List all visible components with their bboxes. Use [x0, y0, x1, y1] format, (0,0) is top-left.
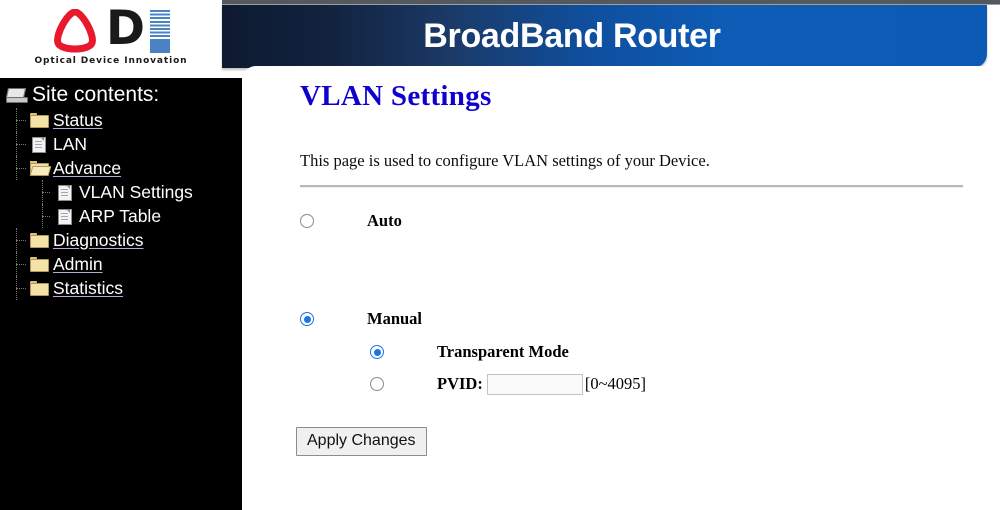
sidebar-item-label: Advance [53, 157, 122, 178]
content-panel: VLAN Settings This page is used to confi… [242, 66, 1000, 510]
sidebar-item-label: LAN [53, 133, 88, 154]
header-banner: BroadBand Router [222, 5, 987, 68]
option-row-auto[interactable]: Auto [300, 210, 980, 232]
label-manual: Manual [367, 309, 423, 328]
page-description: This page is used to configure VLAN sett… [300, 151, 710, 170]
router-admin-page: D Optical Device Innovation BroadBand Ro… [0, 0, 1000, 510]
sidebar: Site contents: Status LAN Advance VLAN Sett… [0, 78, 242, 510]
sidebar-item-label: Admin [53, 253, 103, 274]
document-icon [56, 208, 74, 225]
header-title: BroadBand Router [423, 17, 721, 55]
folder-icon [30, 112, 49, 128]
brand-logo: D Optical Device Innovation [0, 0, 222, 78]
sidebar-item-label: Diagnostics [53, 229, 144, 250]
divider [300, 185, 963, 188]
option-row-pvid[interactable]: PVID: [0~4095] [300, 373, 980, 395]
computer-icon [5, 87, 28, 104]
logo-marks: D [52, 1, 182, 56]
radio-manual[interactable] [300, 312, 314, 326]
logo-i-base [150, 39, 170, 53]
logo-d-letter: D [106, 1, 145, 56]
logo-o-icon [54, 9, 96, 53]
folder-icon [30, 280, 49, 296]
label-auto: Auto [367, 211, 402, 230]
site-contents-heading: Site contents: [5, 83, 160, 107]
radio-pvid[interactable] [370, 377, 384, 391]
folder-icon [30, 256, 49, 272]
folder-icon [30, 232, 49, 248]
site-contents-label: Site contents: [32, 83, 160, 106]
sidebar-item-admin[interactable]: Admin [14, 252, 242, 276]
label-transparent-mode: Transparent Mode [437, 342, 569, 361]
option-row-transparent[interactable]: Transparent Mode [300, 341, 980, 363]
sidebar-item-label: Status [53, 109, 103, 130]
sidebar-item-label: Statistics [53, 277, 124, 298]
sidebar-item-label: VLAN Settings [79, 181, 193, 202]
sidebar-item-lan[interactable]: LAN [14, 132, 242, 156]
sidebar-item-advance[interactable]: Advance [14, 156, 242, 180]
sidebar-tree: Status LAN Advance VLAN Settings ARP Table Di… [14, 108, 242, 300]
content-inner: VLAN Settings This page is used to confi… [296, 80, 980, 456]
pvid-range-hint: [0~4095] [584, 374, 646, 393]
document-icon [30, 136, 48, 153]
sidebar-item-label: ARP Table [79, 205, 162, 226]
logo-tagline: Optical Device Innovation [34, 56, 188, 66]
vlan-form: Auto Manual Transparent Mode PVID: [0~40… [296, 210, 980, 456]
pvid-input[interactable] [486, 373, 583, 395]
sidebar-item-arp-table[interactable]: ARP Table [14, 204, 242, 228]
apply-changes-button[interactable]: Apply Changes [296, 427, 427, 456]
page-title: VLAN Settings [300, 80, 492, 112]
document-icon [56, 184, 74, 201]
folder-open-icon [29, 160, 52, 176]
radio-transparent-mode[interactable] [370, 345, 384, 359]
sidebar-item-vlan-settings[interactable]: VLAN Settings [14, 180, 242, 204]
option-row-manual[interactable]: Manual [300, 308, 980, 330]
sidebar-item-statistics[interactable]: Statistics [14, 276, 242, 300]
sidebar-item-diagnostics[interactable]: Diagnostics [14, 228, 242, 252]
label-pvid: PVID: [437, 374, 483, 393]
sidebar-item-status[interactable]: Status [14, 108, 242, 132]
radio-auto[interactable] [300, 214, 314, 228]
